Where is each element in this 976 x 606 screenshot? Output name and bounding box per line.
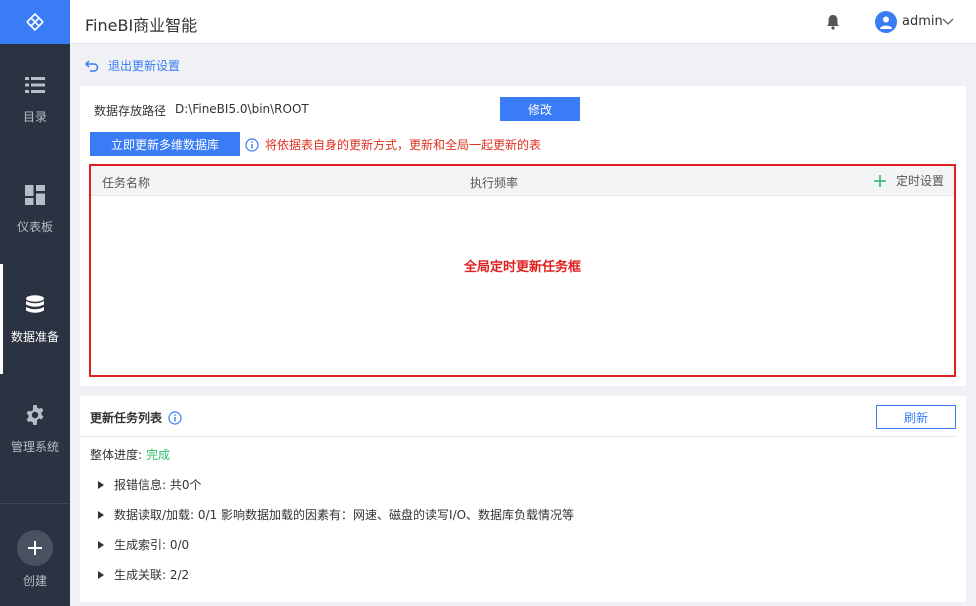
detail-data-load[interactable]: 数据读取/加载: 0/1 影响数据加载的因素有：网速、磁盘的读写I/O、数据库负… <box>98 506 574 523</box>
chevron-down-icon[interactable] <box>942 15 954 27</box>
refresh-button[interactable]: 刷新 <box>876 405 956 429</box>
sidebar-item-label: 目录 <box>22 109 47 124</box>
exit-update-settings-link[interactable]: 退出更新设置 <box>84 57 181 74</box>
avatar[interactable] <box>875 11 897 33</box>
modify-button[interactable]: 修改 <box>500 97 580 121</box>
create-label: 创建 <box>22 574 47 588</box>
detail-text: 数据读取/加载: 0/1 影响数据加载的因素有：网速、磁盘的读写I/O、数据库负… <box>114 508 575 522</box>
timer-setting-button[interactable]: 定时设置 <box>873 172 944 189</box>
top-header: FineBI商业智能 admin <box>70 0 976 44</box>
expand-triangle-icon <box>98 480 104 489</box>
sidebar-item-label: 管理系统 <box>10 439 59 454</box>
update-cube-now-button[interactable]: 立即更新多维数据库 <box>90 132 240 156</box>
timer-setting-label: 定时设置 <box>896 174 945 188</box>
app-title: FineBI商业智能 <box>85 16 198 35</box>
sidebar-item-admin[interactable]: 管理系统 <box>0 374 70 484</box>
sidebar: 目录 仪表板 数据准备 管理系统 创建 <box>0 0 70 606</box>
column-task-name: 任务名称 <box>102 176 151 190</box>
detail-text: 生成索引: 0/0 <box>114 538 190 552</box>
expand-triangle-icon <box>98 510 104 519</box>
detail-error-info[interactable]: 报错信息: 共0个 <box>98 476 202 493</box>
sidebar-item-catalog[interactable]: 目录 <box>0 44 70 154</box>
progress-status: 完成 <box>146 448 171 462</box>
gear-icon <box>24 404 46 426</box>
sidebar-item-data-prep[interactable]: 数据准备 <box>0 264 70 374</box>
app-logo[interactable] <box>0 0 70 44</box>
update-task-list-panel: 更新任务列表 刷新 整体进度: 完成 报错信息: 共0个 数据读取/加载: 0/1… <box>80 396 966 602</box>
plus-icon <box>17 530 53 566</box>
update-task-list-title: 更新任务列表 <box>90 409 182 426</box>
global-schedule-task-box: 任务名称 执行频率 定时设置 全局定时更新任务框 <box>89 164 956 377</box>
dashboard-icon <box>24 184 46 206</box>
database-icon <box>24 294 46 316</box>
create-button[interactable]: 创建 <box>0 530 70 589</box>
info-icon <box>245 137 259 152</box>
bell-icon[interactable] <box>826 14 842 30</box>
path-label: 数据存放路径 <box>94 104 167 118</box>
list-icon <box>24 74 46 96</box>
detail-text: 生成关联: 2/2 <box>114 568 190 582</box>
list-title-text: 更新任务列表 <box>90 411 163 425</box>
detail-text: 报错信息: 共0个 <box>114 478 202 492</box>
progress-label: 整体进度: <box>90 448 143 462</box>
info-text: 将依据表自身的更新方式，更新和全局一起更新的表 <box>265 138 542 152</box>
update-settings-panel: 数据存放路径 D:\FineBI5.0\bin\ROOT 修改 立即更新多维数据… <box>80 86 966 386</box>
expand-triangle-icon <box>98 570 104 579</box>
user-name[interactable]: admin <box>902 14 943 29</box>
info-icon[interactable] <box>168 410 182 425</box>
sidebar-item-label: 数据准备 <box>10 329 59 344</box>
column-frequency: 执行频率 <box>470 176 519 190</box>
back-label: 退出更新设置 <box>108 59 181 73</box>
detail-relation[interactable]: 生成关联: 2/2 <box>98 566 189 583</box>
sidebar-item-label: 仪表板 <box>16 219 53 234</box>
logo-icon <box>26 12 44 32</box>
info-note: 将依据表自身的更新方式，更新和全局一起更新的表 <box>245 136 541 153</box>
plus-icon <box>873 174 887 188</box>
overall-progress: 整体进度: 完成 <box>90 446 170 463</box>
path-value: D:\FineBI5.0\bin\ROOT <box>175 102 309 116</box>
task-table-header: 任务名称 执行频率 定时设置 <box>91 166 954 196</box>
detail-index[interactable]: 生成索引: 0/0 <box>98 536 189 553</box>
expand-triangle-icon <box>98 540 104 549</box>
sidebar-item-dashboard[interactable]: 仪表板 <box>0 154 70 264</box>
task-box-annotation: 全局定时更新任务框 <box>463 260 581 275</box>
sidebar-divider <box>0 503 70 504</box>
back-arrow-icon <box>84 59 99 73</box>
divider <box>80 436 956 437</box>
